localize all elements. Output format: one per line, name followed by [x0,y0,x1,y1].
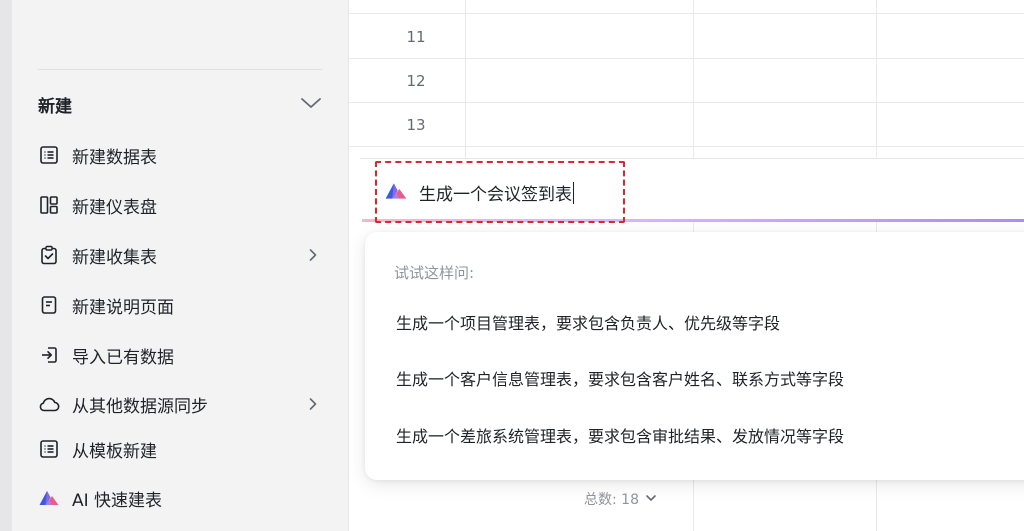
sidebar-item-sync-datasource[interactable]: 从其他数据源同步 [38,387,322,421]
sidebar-section-title: 新建 [38,96,72,117]
chevron-right-icon [306,248,320,262]
import-icon [38,344,60,366]
sidebar-section-new[interactable]: 新建 [38,90,322,118]
sidebar-item-new-table[interactable]: 新建数据表 [38,138,322,172]
table-row[interactable]: 12 [349,59,1024,103]
sidebar-item-ai-quick-table[interactable]: AI 快速建表 [38,481,322,515]
sidebar-item-label: 新建说明页面 [72,297,174,318]
sidebar-item-import-data[interactable]: 导入已有数据 [38,338,322,372]
list-table-icon [38,438,60,460]
row-number: 12 [406,72,426,90]
window-edge [0,0,12,531]
sidebar-item-new-form[interactable]: 新建收集表 [38,238,322,272]
suggestions-hint: 试试这样问: [394,264,475,282]
suggestions-popup: 试试这样问: 生成一个项目管理表，要求包含负责人、优先级等字段 生成一个客户信息… [365,232,1024,480]
table-row [349,0,1024,14]
chevron-down-icon [645,491,657,507]
chevron-down-icon[interactable] [300,95,322,114]
sidebar-item-label: 新建数据表 [72,147,157,168]
sidebar-item-label: 新建仪表盘 [72,197,157,218]
sidebar-item-new-doc-page[interactable]: 新建说明页面 [38,288,322,322]
sidebar: 新建 新建数据表 新建仪表盘 新建收集表 新建说明页面 导入已有数据 从其他数据… [12,0,336,531]
document-icon [38,294,60,316]
sidebar-item-from-template[interactable]: 从模板新建 [38,432,322,466]
record-total-label: 总数: 18 [584,492,639,508]
sidebar-item-label: 从其他数据源同步 [72,396,208,417]
cloud-icon [38,393,60,415]
table-row[interactable]: 13 [349,103,1024,147]
ai-logo-icon [38,487,60,509]
sidebar-item-new-dashboard[interactable]: 新建仪表盘 [38,188,322,222]
sidebar-item-label: 导入已有数据 [72,347,174,368]
suggestion-item[interactable]: 生成一个差旅系统管理表，要求包含审批结果、发放情况等字段 [396,423,844,447]
highlight-annotation-box [375,161,625,223]
row-number: 13 [406,116,426,134]
sidebar-divider [38,69,322,70]
chevron-right-icon [306,397,320,411]
sidebar-item-label: 从模板新建 [72,441,157,462]
dashboard-icon [38,194,60,216]
suggestion-item[interactable]: 生成一个项目管理表，要求包含负责人、优先级等字段 [396,310,780,334]
record-total[interactable]: 总数: 18 [584,489,657,509]
sidebar-item-label: AI 快速建表 [72,490,163,511]
list-table-icon [38,144,60,166]
suggestion-item[interactable]: 生成一个客户信息管理表，要求包含客户姓名、联系方式等字段 [396,366,844,390]
clipboard-check-icon [38,244,60,266]
table-row[interactable]: 11 [349,15,1024,59]
row-number: 11 [406,28,426,46]
sidebar-item-label: 新建收集表 [72,247,157,268]
